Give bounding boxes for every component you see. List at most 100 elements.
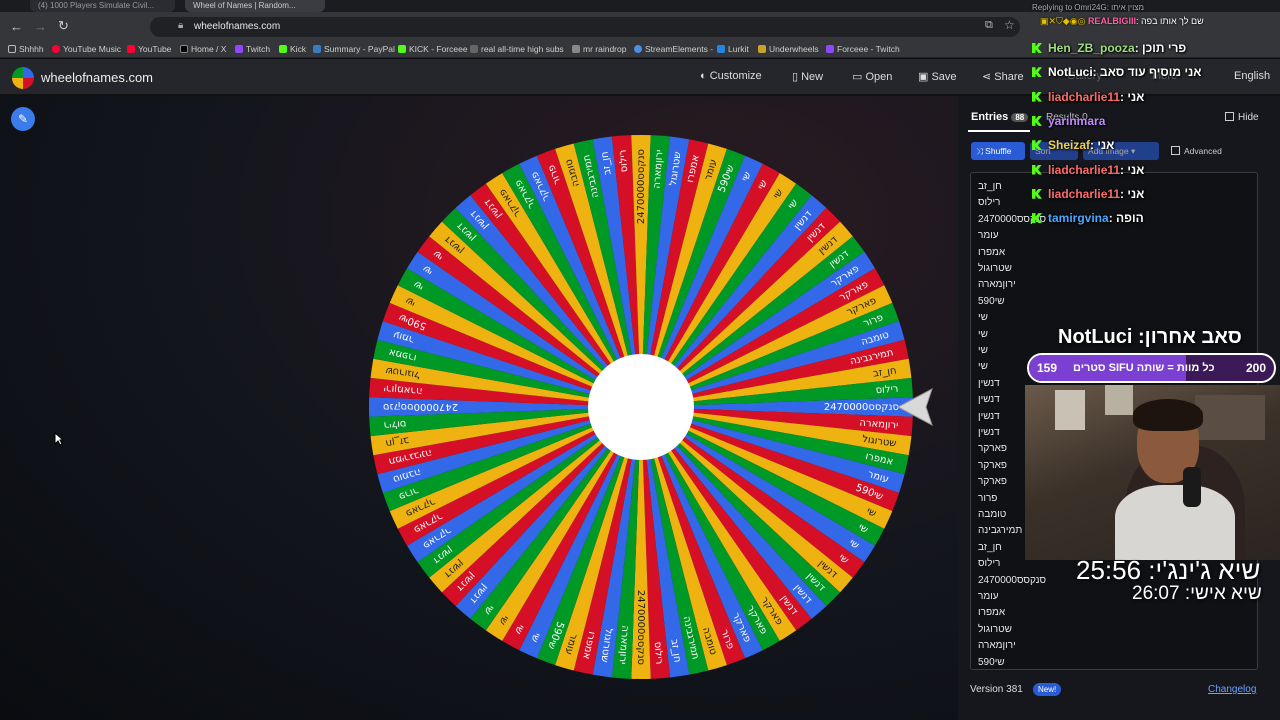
bookmark-item[interactable]: StreamElements - [634,44,713,54]
tab-entries[interactable]: Entries 88 [971,111,1029,123]
share-button[interactable]: ⋖ Share [982,70,1024,83]
entry-line: שטרוגול [978,263,1012,274]
version-label: Version 381 [970,684,1023,695]
entry-line: חן_זב [978,181,1002,192]
wall-frame [1055,390,1085,430]
entry-line: אמפרו [978,607,1006,619]
last-sub-label: NotLuci :סאב אחרון [1058,326,1242,348]
entry-line: חן_זב [978,541,1002,553]
sub-goal-bar: 159 סטרים SIFU כל מוות = שותה 200 [1027,353,1276,383]
bookmark-item[interactable]: Summary - PayPal [313,44,395,54]
changelog-link[interactable]: Changelog [1208,684,1256,695]
chat-line: tamirgvina: הופה [1032,211,1144,225]
record-timer: שיא ג'ינג'י: 25:56 [1076,555,1261,585]
bookmark-item[interactable]: Lurkit [717,44,749,54]
webcam-feed [1025,385,1280,560]
chat-line: yarinmara [1032,114,1105,128]
microphone [1183,467,1201,507]
bookmark-item[interactable]: Home / X [180,44,226,54]
streamer-hair [1133,399,1203,431]
bookmark-item[interactable]: KICK - Forceee [398,44,468,54]
chat-line: Hen_ZB_pooza: פרי תוכן [1032,41,1186,55]
logo-icon[interactable] [12,67,34,89]
new-badge: New! [1033,683,1062,696]
bookmark-item[interactable]: Underwheels [758,44,819,54]
bookmark-item[interactable]: Twitch [235,44,270,54]
wheel-slice-label: רילוס [618,149,631,173]
goal-text: סטרים SIFU כל מוות = שותה [1073,362,1215,374]
chat-message: : אני מוסיף עוד סאב [1092,65,1202,80]
chat-message: : פרי תוכן [1134,41,1187,55]
chat-line: liadcharlie11: אני [1032,163,1144,177]
open-button[interactable]: ▭ Open [852,70,892,83]
save-icon: ▣ [918,71,932,83]
site-logo-text[interactable]: wheelofnames.com [41,70,153,85]
chat-username: liadcharlie11 [1048,162,1121,177]
mouse-cursor-icon [54,432,64,446]
tab-title: (4) 1000 Players Simulate Civil... [38,1,155,10]
wheel-slice-label: רילוס [383,418,407,431]
address-bar[interactable]: 🔒︎ wheelofnames.com [150,17,1020,37]
personal-record-timer: שיא אישי: 26:07 [1132,583,1262,604]
entry-line: עומר [978,230,999,242]
entry-line: דנשין [978,394,1000,406]
install-icon[interactable]: ⧉ [985,19,993,32]
chat-line: liadcharlie11: אני [1032,90,1144,104]
entry-line: שי590 [978,656,1005,668]
wheel-slice-label: 2470000סנקסס [824,402,899,413]
entry-line: פרור [978,492,998,504]
bookmark-item[interactable]: real all-time high subs [470,44,564,54]
entry-line: שטרוגול [978,623,1012,635]
bookmark-item[interactable]: Kick [279,44,306,54]
chat-username: tamirgvina [1048,211,1109,226]
edit-pencil-button[interactable]: ✎ [11,107,35,131]
entry-line: ירוןמארה [978,640,1016,652]
shuffle-button[interactable]: ⤨ Shuffle [971,142,1025,160]
active-tab-indicator [968,130,1030,132]
new-button[interactable]: ▯ New [792,70,823,83]
reload-icon[interactable]: ↻ [58,18,69,34]
entry-line: תמירגבינה [978,525,1023,537]
chat-message: : הופה [1108,211,1144,226]
bookmark-item[interactable]: Forceee - Twitch [826,44,900,54]
bookmark-item[interactable]: YouTube Music [52,44,121,54]
wheel-slice-label: 2470000סנקסס [383,401,458,412]
lock-icon: 🔒︎ [178,20,184,31]
back-icon[interactable]: ← [10,19,23,34]
entries-count-badge: 88 [1011,113,1029,122]
chat-line: NotLuci: אני מוסיף עוד סאב [1032,65,1201,79]
wall-shelf [1195,395,1265,440]
star-icon[interactable]: ☆ [1004,18,1015,32]
language-select[interactable]: English [1234,70,1270,82]
entry-line: רילוס [978,197,1001,209]
entry-line: פארקר [978,459,1007,471]
chat-line: ▣✕⛉◆◉◎ REALBIGIII: שם לך אותו בפה [1040,16,1204,26]
kick-icon [1032,43,1042,53]
entry-line: ירוןמארה [978,279,1016,291]
wheel-pointer-icon [896,387,933,427]
spinning-wheel[interactable]: 2470000סנקססירוןמארהשטרוגולאמפרועומרשי59… [368,131,914,683]
entry-line: דנשין [978,377,1000,389]
chat-line: liadcharlie11: אני [1032,187,1144,201]
chat-username: NotLuci [1048,65,1093,80]
forward-icon[interactable]: → [34,19,47,34]
kick-icon [1032,188,1042,199]
wheel-center-button[interactable] [588,354,694,460]
customize-button[interactable]: ◐ Customize [700,70,762,82]
file-icon: ▯ [792,71,802,83]
browser-tab-active[interactable]: Wheel of Names | Random... [185,0,325,12]
streamer-shirt [1115,485,1235,560]
entry-line: פארקר [978,443,1007,455]
bookmark-item[interactable]: Shhhh [8,44,44,54]
bookmark-item[interactable]: YouTube [127,44,171,54]
entry-line: דנשין [978,427,1000,438]
kick-icon [1032,91,1042,102]
hide-checkbox[interactable]: Hide [1225,112,1259,123]
advanced-checkbox[interactable]: Advanced [1171,146,1222,156]
goal-current: 159 [1037,361,1058,375]
save-button[interactable]: ▣ Save [918,70,957,83]
chat-username: liadcharlie11 [1048,186,1121,201]
browser-tab[interactable]: (4) 1000 Players Simulate Civil... [30,0,175,12]
chat-message: : אני [1090,138,1115,153]
bookmark-item[interactable]: mr raindrop [572,44,626,54]
